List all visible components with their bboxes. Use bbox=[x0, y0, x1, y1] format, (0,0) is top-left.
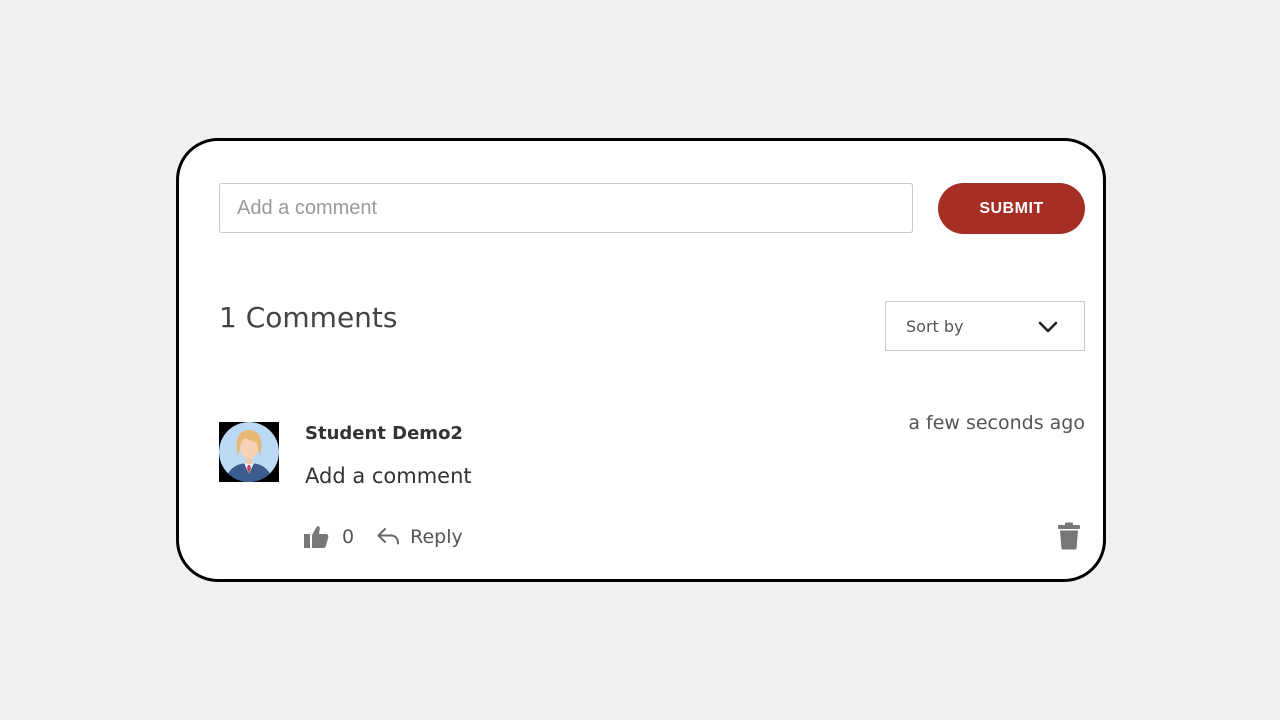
comment-timestamp: a few seconds ago bbox=[908, 412, 1085, 434]
comment-actions: 0 Reply bbox=[303, 521, 463, 553]
user-avatar-icon bbox=[219, 422, 279, 482]
submit-button[interactable]: SUBMIT bbox=[938, 183, 1085, 234]
comments-card: SUBMIT 1 Comments Sort by Student bbox=[176, 138, 1106, 582]
trash-icon[interactable] bbox=[1057, 522, 1081, 550]
comment-input[interactable] bbox=[219, 183, 913, 233]
thumbs-up-icon bbox=[304, 526, 329, 548]
reply-button[interactable]: Reply bbox=[376, 526, 463, 548]
reply-label: Reply bbox=[410, 526, 463, 548]
chevron-down-icon bbox=[1038, 321, 1058, 333]
comments-count-title: 1 Comments bbox=[219, 301, 398, 334]
comment-text: Add a comment bbox=[305, 464, 472, 488]
sort-dropdown[interactable]: Sort by bbox=[885, 301, 1085, 351]
like-count: 0 bbox=[342, 526, 355, 548]
comment-author: Student Demo2 bbox=[305, 423, 463, 444]
sort-label: Sort by bbox=[906, 317, 964, 336]
like-button[interactable]: 0 bbox=[303, 524, 354, 550]
reply-arrow-icon bbox=[377, 528, 400, 545]
